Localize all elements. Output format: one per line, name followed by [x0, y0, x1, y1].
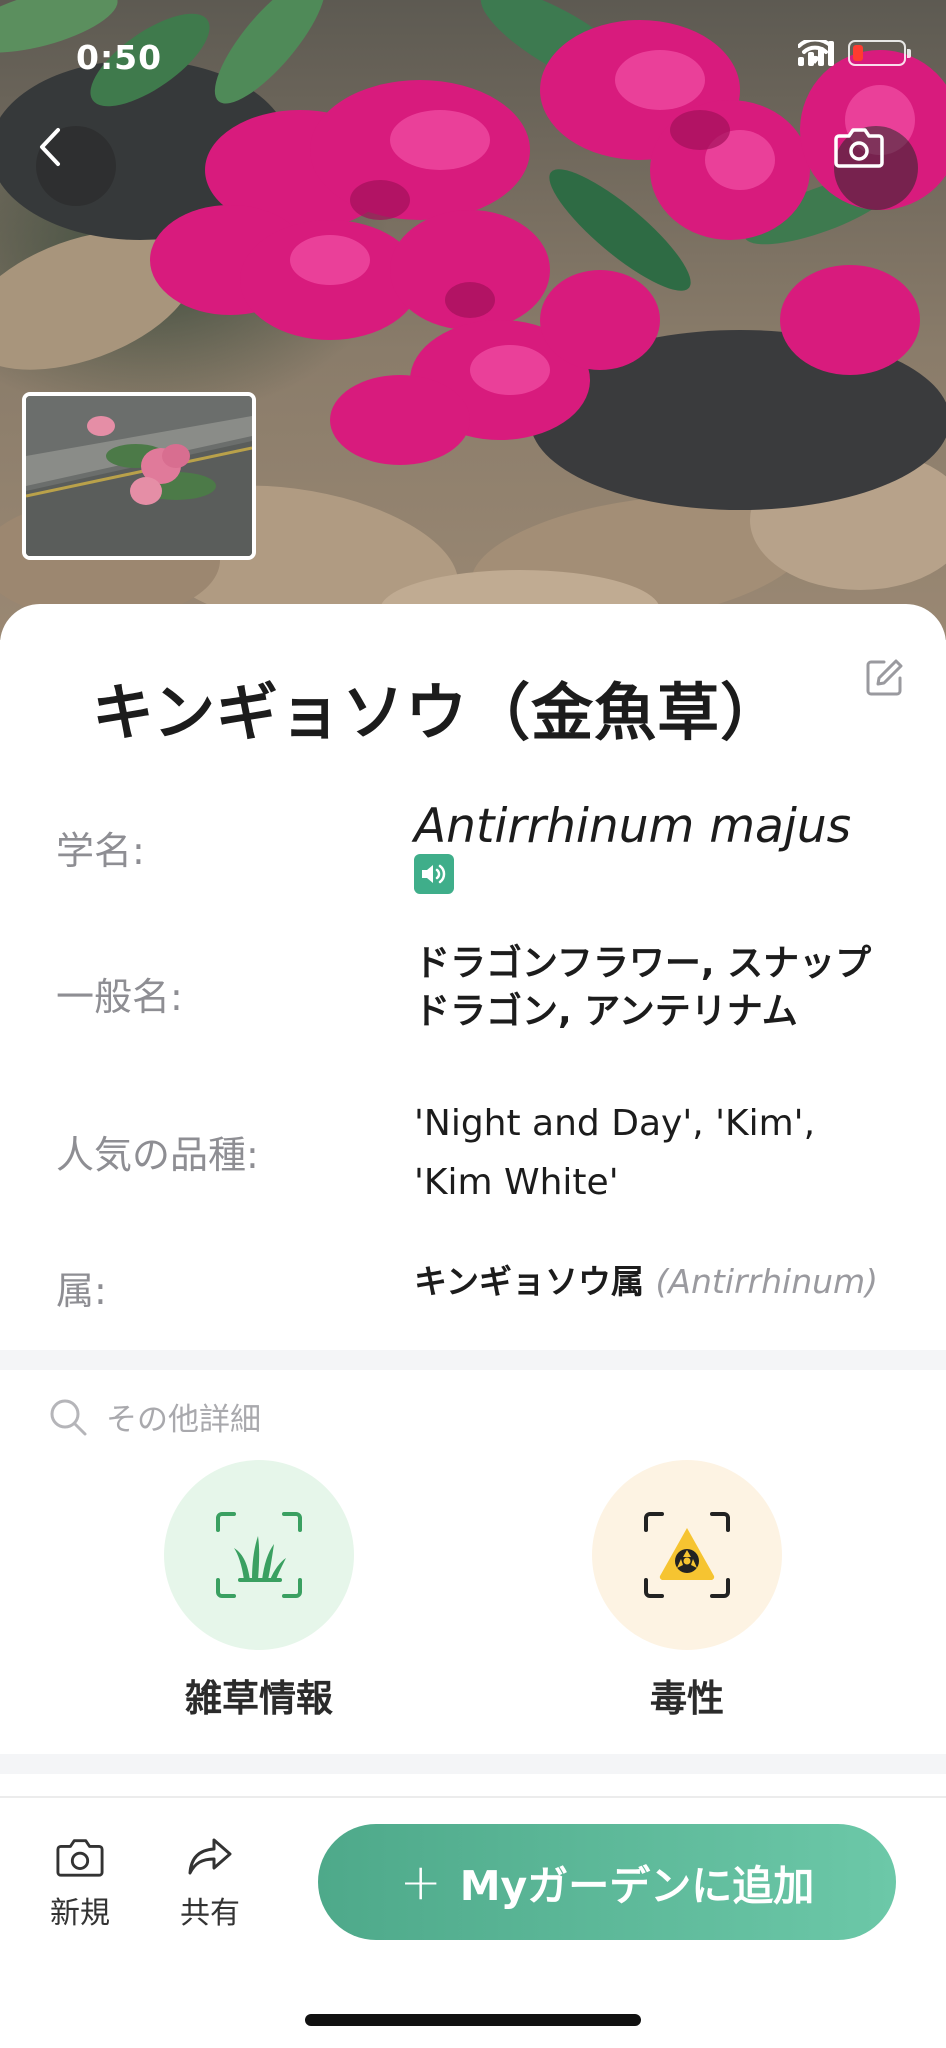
pronunciation-button[interactable]	[414, 854, 454, 894]
section-divider-2	[0, 1754, 946, 1774]
plant-title: キンギョソウ（金魚草）	[92, 676, 784, 749]
thumbnail-image	[26, 396, 252, 556]
add-to-garden-button[interactable]: + Myガーデンに追加	[318, 1824, 896, 1940]
search-icon	[50, 1399, 87, 1435]
status-time: 0:50	[76, 38, 163, 77]
genus-name: キンギョソウ属	[414, 1262, 645, 1301]
section-divider	[0, 1350, 946, 1370]
camera-button[interactable]	[834, 126, 918, 210]
scientific-name: Antirrhinum majus	[414, 799, 852, 854]
camera-icon	[56, 1839, 104, 1877]
bottom-action-bar: 新規 共有 + Myガーデンに追加	[0, 1796, 946, 2048]
genus-value: キンギョソウ属 (Antirrhinum)	[414, 1260, 934, 1304]
varieties-line2: 'Kim White'	[414, 1162, 619, 1204]
new-scan-button[interactable]: 新規	[25, 1836, 135, 1932]
varieties-label: 人気の品種:	[56, 1133, 259, 1177]
varieties-line1: 'Night and Day', 'Kim',	[414, 1103, 816, 1144]
weed-info-feature[interactable]: 雑草情報	[164, 1460, 354, 1722]
common-names-line2: ドラゴン, アンテリナム	[414, 990, 798, 1032]
scientific-name-value: Antirrhinum majus	[414, 796, 914, 858]
edit-icon[interactable]	[862, 656, 906, 700]
toxicity-circle	[592, 1460, 782, 1650]
toxicity-label: 毒性	[650, 1677, 724, 1720]
back-button[interactable]	[36, 126, 116, 206]
genus-label: 属:	[56, 1269, 107, 1313]
add-to-garden-label: Myガーデンに追加	[459, 1862, 815, 1910]
plant-photo[interactable]: 0:50	[0, 0, 946, 640]
varieties: 'Night and Day', 'Kim', 'Kim White'	[414, 1094, 914, 1213]
share-icon	[188, 1838, 232, 1875]
camera-icon	[834, 128, 884, 168]
new-label: 新規	[50, 1896, 110, 1931]
chevron-left-icon	[40, 128, 60, 166]
toxic-warning-icon	[644, 1512, 730, 1598]
more-details-header: その他詳細	[48, 1394, 261, 1439]
wifi-icon	[798, 40, 832, 64]
genus-latin: (Antirrhinum)	[655, 1262, 879, 1301]
battery-icon	[848, 40, 911, 66]
common-names: ドラゴンフラワー, スナップ ドラゴン, アンテリナム	[414, 940, 914, 1035]
more-details-label: その他詳細	[106, 1402, 261, 1438]
grass-scan-icon	[216, 1512, 302, 1598]
plus-icon: +	[399, 1853, 442, 1911]
status-icons	[798, 40, 911, 66]
common-names-line1: ドラゴンフラワー, スナップ	[414, 943, 872, 984]
plant-detail-screen: 0:50 キンギョソウ（金魚草） 学名: Antirrhinum majus 一…	[0, 0, 946, 2048]
toxicity-feature[interactable]: 毒性	[592, 1460, 782, 1722]
share-label: 共有	[180, 1896, 240, 1931]
share-button[interactable]: 共有	[155, 1836, 265, 1932]
speaker-icon	[422, 864, 446, 884]
common-name-label: 一般名:	[56, 975, 183, 1019]
weed-info-circle	[164, 1460, 354, 1650]
photo-thumbnail[interactable]	[22, 392, 256, 560]
weed-info-label: 雑草情報	[185, 1677, 333, 1720]
home-indicator[interactable]	[305, 2014, 641, 2026]
scientific-name-label: 学名:	[56, 829, 145, 873]
